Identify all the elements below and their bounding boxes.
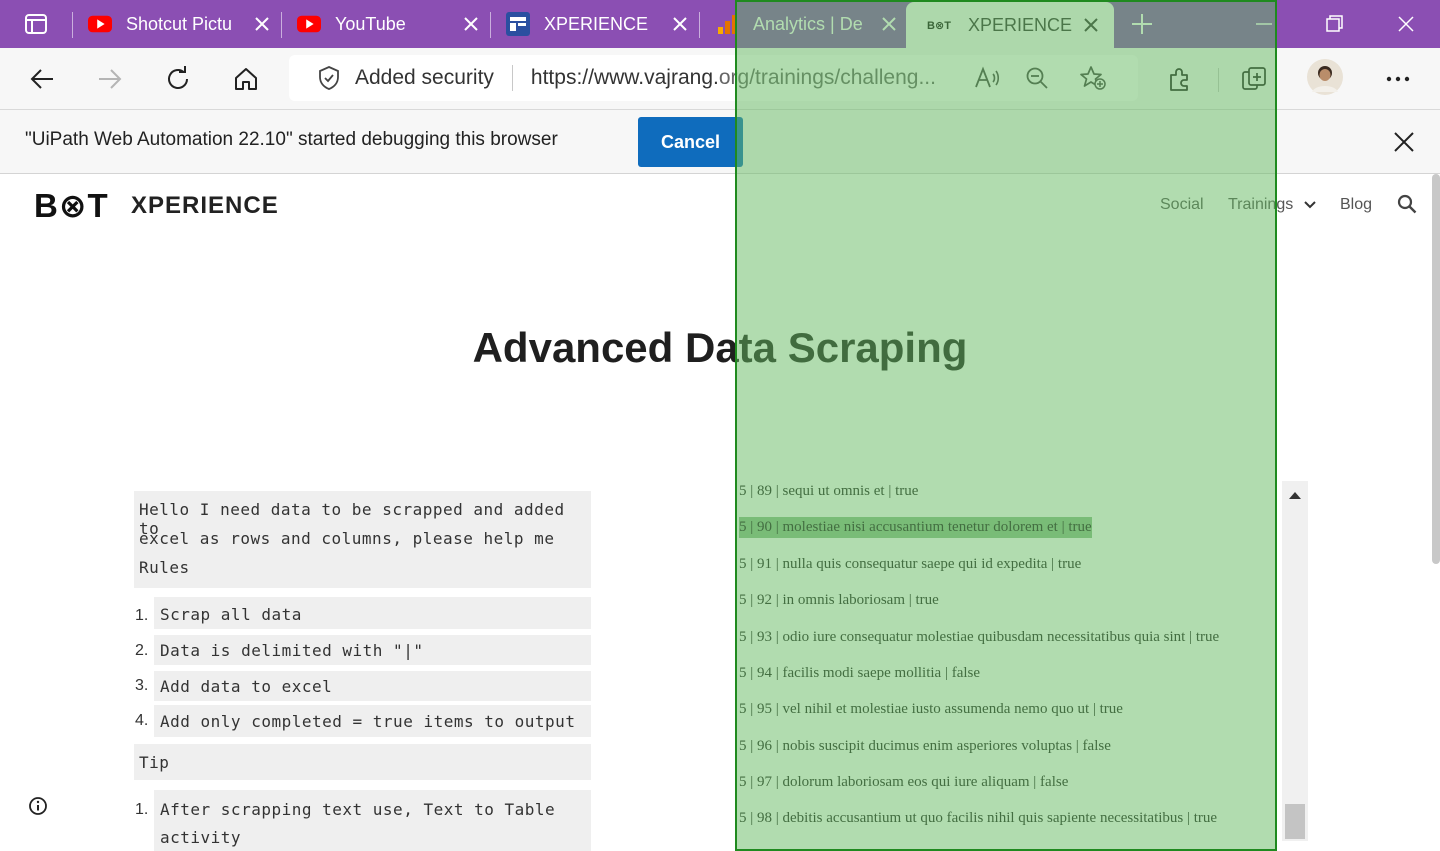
youtube-icon [297, 12, 321, 36]
youtube-icon [88, 12, 112, 36]
data-scrollbar[interactable] [1282, 481, 1308, 841]
tip-item: After scrapping text use, Text to Table … [154, 790, 591, 851]
tip-block: Tip [134, 744, 591, 780]
close-infobar-icon[interactable] [1390, 128, 1418, 156]
search-icon[interactable] [1397, 194, 1417, 219]
intro-line: excel as rows and columns, please help m… [139, 529, 555, 548]
tab-title: YouTube [335, 13, 406, 34]
infobar-message: "UiPath Web Automation 22.10" started de… [25, 129, 558, 150]
more-menu-icon[interactable] [1378, 60, 1418, 98]
rule-item: Scrap all data [154, 597, 591, 629]
close-tab-icon[interactable] [460, 13, 482, 35]
scrollbar-thumb[interactable] [1285, 804, 1305, 839]
rule-item: Data is delimited with "|" [154, 635, 591, 665]
restore-icon[interactable] [1314, 5, 1354, 43]
site-brand[interactable]: XPERIENCE [131, 192, 279, 220]
home-icon[interactable] [226, 60, 266, 98]
tab-xperience[interactable]: XPERIENCE [506, 0, 691, 48]
tab-youtube[interactable]: YouTube [297, 0, 482, 48]
cancel-button[interactable]: Cancel [638, 117, 743, 167]
rule-number: 4. [135, 712, 149, 729]
security-label[interactable]: Added security [355, 66, 494, 90]
rule-number: 3. [135, 677, 149, 694]
tab-title: Shotcut Pictu [126, 13, 233, 34]
info-icon[interactable] [28, 796, 48, 821]
rule-item: Add data to excel [154, 671, 591, 701]
close-tab-icon[interactable] [251, 13, 273, 35]
tab-actions-icon[interactable] [16, 5, 56, 43]
shield-icon[interactable] [317, 65, 341, 91]
tip-label: Tip [139, 753, 170, 772]
back-icon[interactable] [22, 60, 62, 98]
intro-block: Hello I need data to be scrapped and add… [134, 491, 591, 588]
chevron-down-icon [1303, 201, 1316, 209]
nav-blog[interactable]: Blog [1340, 196, 1372, 214]
close-tab-icon[interactable] [669, 13, 691, 35]
tab-title: XPERIENCE [544, 13, 649, 34]
site-icon [506, 12, 530, 36]
close-window-icon[interactable] [1386, 5, 1426, 43]
intro-line: Rules [139, 558, 190, 577]
tip-number: 1. [135, 801, 149, 818]
page-scrollbar-thumb[interactable] [1432, 174, 1440, 564]
scroll-up-icon[interactable] [1289, 491, 1301, 499]
selection-highlight-overlay [735, 0, 1277, 851]
rule-item: Add only completed = true items to outpu… [154, 705, 591, 737]
refresh-icon[interactable] [158, 60, 198, 98]
rule-number: 2. [135, 642, 149, 659]
rule-number: 1. [135, 607, 149, 624]
tab-shotcut[interactable]: Shotcut Pictu [88, 0, 273, 48]
forward-icon[interactable] [90, 60, 130, 98]
avatar[interactable] [1305, 58, 1345, 96]
site-logo[interactable]: B⊗T [34, 186, 109, 225]
